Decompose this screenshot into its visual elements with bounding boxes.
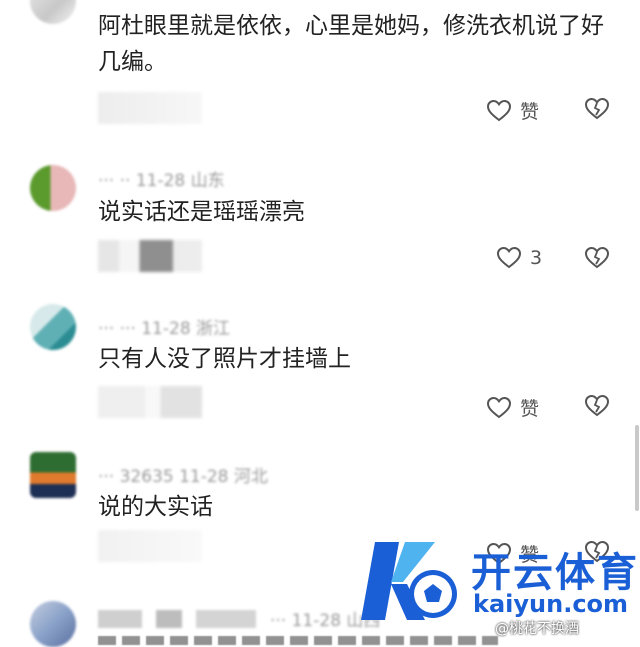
dislike-button[interactable] [584,97,610,121]
like-button[interactable]: 3 [496,246,542,270]
reply-preview-blurred[interactable] [98,386,202,418]
heart-icon [496,246,522,269]
reply-preview-blurred[interactable] [98,92,202,124]
reply-preview-blurred[interactable] [98,530,202,562]
source-credit: @桃花不换酒 [495,621,579,637]
reply-preview-blurred[interactable] [98,240,202,272]
avatar[interactable] [30,165,76,211]
comment-meta: ··· ·· 11-28 山东 [98,171,225,191]
like-count: 赞 [520,398,540,420]
broken-heart-icon [584,97,610,120]
like-button[interactable]: 赞 [486,394,539,421]
comment-text: 只有人没了照片才挂墙上 [98,346,351,372]
like-count: 赞 [520,101,540,123]
comment-meta: ··· 11-28 山西 [98,606,380,631]
avatar[interactable] [30,0,76,24]
heart-icon [486,99,512,121]
scrollbar[interactable] [635,425,639,511]
comment-text: 阿杜眼里就是依依，心里是她妈，修洗衣机说了好几编。 [98,13,604,75]
brand-domain: kaiyun.com [473,590,629,618]
dislike-button[interactable] [584,394,610,418]
blurred-username [98,609,142,628]
broken-heart-icon [584,246,610,269]
blurred-username [196,609,256,628]
brand-watermark: 开云体育 kaiyun.com @桃花不换酒 [355,518,640,645]
comment-meta: ··· ··· 11-28 浙江 [98,319,231,339]
comment-text: 说实话还是瑶瑶漂亮 [98,199,305,225]
comment-meta: ··· 32635 11-28 河北 [98,467,268,487]
dislike-button[interactable] [584,246,610,270]
blurred-username [156,609,182,628]
avatar[interactable] [30,452,76,498]
like-button[interactable]: 赞 [486,97,539,124]
like-count: 3 [530,247,543,269]
heart-icon [486,396,512,418]
avatar[interactable] [30,601,76,647]
broken-heart-icon [584,394,610,417]
avatar[interactable] [30,304,76,350]
kaiyun-logo-icon [361,542,457,620]
